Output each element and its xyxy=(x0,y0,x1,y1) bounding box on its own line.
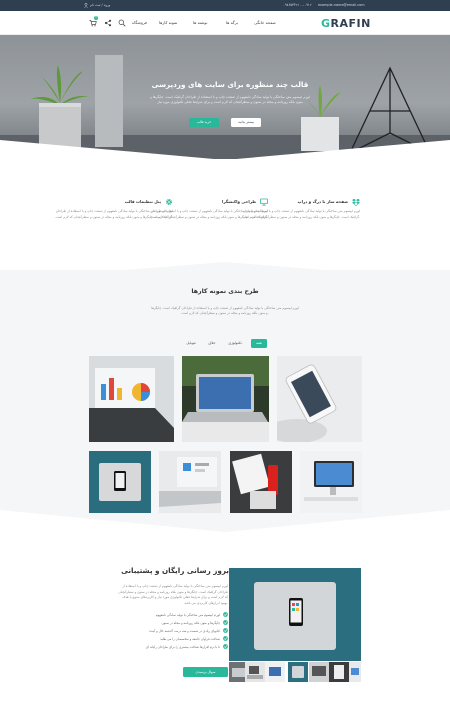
cart-icon[interactable] xyxy=(89,19,97,27)
gear-icon xyxy=(166,199,172,205)
laptop-desk-image xyxy=(182,356,269,442)
monitor-icon xyxy=(260,198,268,206)
portfolio-text: لورم ایپسوم متن ساختگی با تولید سادگی نا… xyxy=(151,306,299,316)
laptop-dashboard-image xyxy=(159,451,221,513)
laptop-teal-image xyxy=(89,451,151,513)
feature-settings: پنل تنظیمات قالب لورم ایپسوم متن ساختگی … xyxy=(55,199,174,239)
nav-home[interactable]: صفحه خانگی xyxy=(254,20,276,25)
support-title: بروز رسانی رایگان و پشتیبانی xyxy=(121,566,229,575)
nav-blog[interactable]: نوشته ها xyxy=(193,20,207,25)
nav-pages[interactable]: برگه ها xyxy=(226,20,238,25)
check-icon xyxy=(223,612,228,617)
thumbnail-image xyxy=(329,662,349,682)
search-icon[interactable] xyxy=(118,19,126,27)
thumbnail-image xyxy=(309,662,329,682)
phone-image xyxy=(277,356,362,442)
login-link[interactable]: ورود / ثبت نام xyxy=(90,3,110,7)
ask-question-button[interactable]: سوال پرسیدن xyxy=(183,667,228,677)
top-bar: example-name@email.com ۰۹۸۶۵۴۳۲۱۰۰-۰۹۱۲ … xyxy=(0,0,450,11)
monitor-desk-image xyxy=(300,451,362,513)
portfolio-item[interactable] xyxy=(89,356,174,442)
hero-block xyxy=(95,55,123,147)
gallery-thumbnail[interactable] xyxy=(309,662,329,682)
feature-title: طراحی واکنشگرا xyxy=(221,199,256,204)
support-list-item: شناخت فراوان جامعه و متخصصان را می طلبد xyxy=(160,636,220,641)
learn-more-button[interactable]: بیشتر بدانید xyxy=(231,118,261,127)
portfolio-item[interactable] xyxy=(89,451,151,513)
gallery-thumbnail[interactable] xyxy=(245,662,265,682)
check-icon xyxy=(223,620,228,625)
support-list-item: تا با نرم افزارها شناخت بیشتری را برای ط… xyxy=(145,644,220,649)
gallery-thumbnail[interactable] xyxy=(288,662,308,682)
support-list-item: کتابهای زیادی در شصت و سه درصد گذشته حال… xyxy=(149,628,220,633)
site-header: GRAFIN صفحه خانگی برگه ها نوشته ها نمونه… xyxy=(0,11,450,35)
site-logo[interactable]: GRAFIN xyxy=(321,17,371,30)
thumbnail-image xyxy=(265,662,285,682)
filter-all[interactable]: همه xyxy=(251,339,267,348)
hero-title: قالب چند منظوره برای سایت های وردپرسی xyxy=(151,80,309,89)
portfolio-item[interactable] xyxy=(300,451,362,513)
nav-portfolio[interactable]: نمونه کارها xyxy=(159,20,177,25)
feature-text: لورم ایپسوم متن ساختگی با تولید سادگی نا… xyxy=(55,209,174,219)
thumbnail-image xyxy=(349,662,361,682)
gallery-thumbnail[interactable] xyxy=(329,662,349,682)
dropbox-icon xyxy=(352,198,360,206)
support-list-item: لورم ایپسوم متن ساختگی با تولید سادگی نا… xyxy=(155,612,220,617)
gallery-thumbnail[interactable] xyxy=(349,662,361,682)
share-icon[interactable] xyxy=(104,19,112,27)
feature-title: پنل تنظیمات قالب xyxy=(124,199,161,204)
contact-email[interactable]: example-name@email.com xyxy=(318,3,365,7)
laptop-phone-image xyxy=(229,568,361,661)
filter-technology[interactable]: تکنولوژی xyxy=(223,339,247,348)
desk-items-image xyxy=(230,451,292,513)
support-list: لورم ایپسوم متن ساختگی با تولید سادگی نا… xyxy=(118,612,228,652)
check-icon xyxy=(223,628,228,633)
thumbnail-image xyxy=(245,662,265,682)
gallery-main-image xyxy=(229,568,361,661)
portfolio-item[interactable] xyxy=(230,451,292,513)
support-list-item: چاپگرها و متون بلکه روزنامه و مجله در ست… xyxy=(161,620,220,625)
thumbnail-image xyxy=(288,662,308,682)
check-icon xyxy=(223,644,228,649)
filter-creative[interactable]: خلاق xyxy=(204,339,220,348)
user-icon xyxy=(84,3,88,8)
portfolio-item[interactable] xyxy=(182,356,269,442)
hero-text: لورم ایپسوم متن ساختگی با تولید سادگی نا… xyxy=(150,95,310,105)
filter-mobile[interactable]: موبایل xyxy=(181,339,201,348)
check-icon xyxy=(223,636,228,641)
nav-shop[interactable]: فروشگاه xyxy=(132,20,147,25)
portfolio-item[interactable] xyxy=(277,356,362,442)
hero-divider xyxy=(0,140,450,160)
laptop-chart-image xyxy=(89,356,174,442)
gallery-thumbnail[interactable] xyxy=(265,662,285,682)
cart-count-badge: 0 xyxy=(94,16,98,20)
support-text: لورم ایپسوم متن ساختگی با تولید سادگی نا… xyxy=(118,584,228,605)
portfolio-top-divider xyxy=(0,262,450,280)
portfolio-title: طرح بندی نمونه کارها xyxy=(191,288,259,295)
buy-theme-button[interactable]: خرید قالب xyxy=(189,118,219,127)
portfolio-bottom-divider xyxy=(0,510,450,532)
contact-phone[interactable]: ۰۹۸۶۵۴۳۲۱۰۰-۰۹۱۲ xyxy=(283,3,312,7)
portfolio-item[interactable] xyxy=(159,451,221,513)
feature-title: صفحه ساز با درگ و دراپ xyxy=(297,199,348,204)
